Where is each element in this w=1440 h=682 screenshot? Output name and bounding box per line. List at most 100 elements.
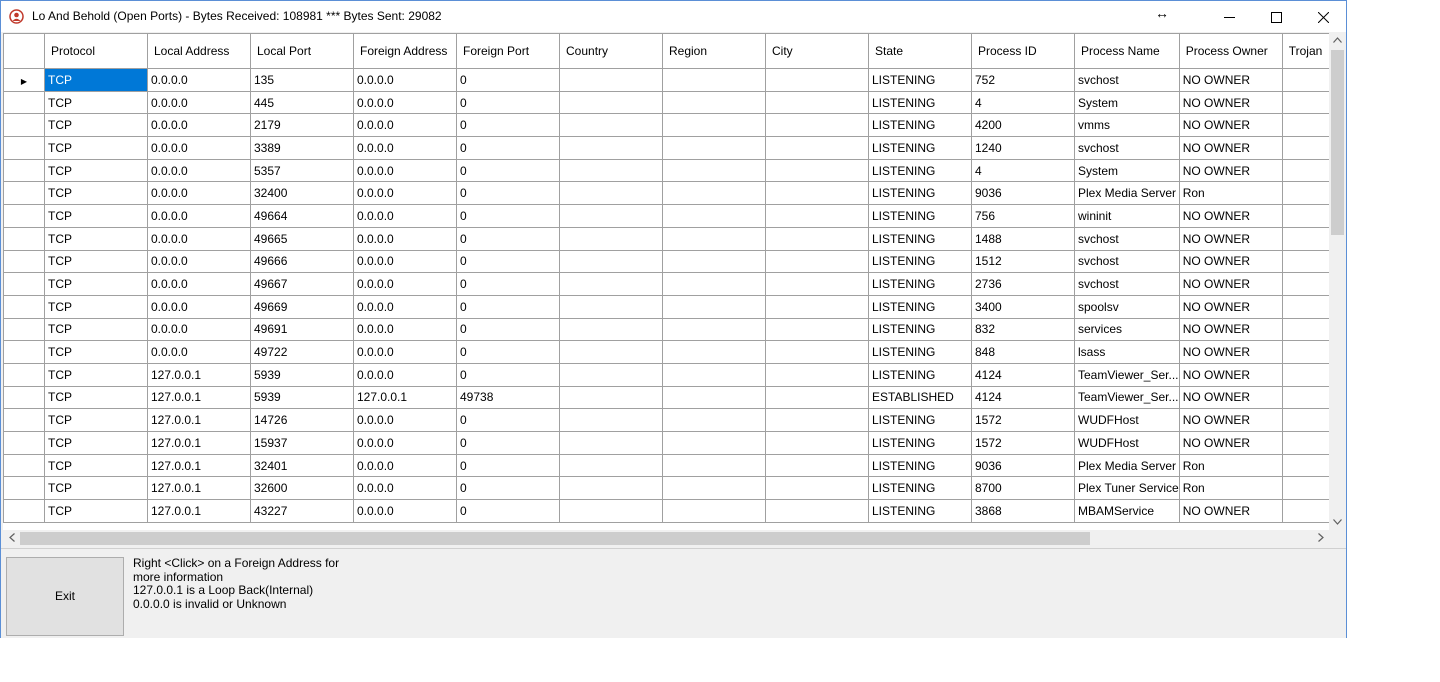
cell-foreign-port[interactable]: 0 [456, 272, 560, 296]
scroll-down-button[interactable] [1329, 515, 1346, 530]
cell-local-port[interactable]: 5939 [250, 362, 354, 387]
cell-city[interactable] [765, 385, 869, 410]
cell-process-id[interactable]: 9036 [971, 453, 1075, 478]
cell-city[interactable] [765, 68, 869, 92]
cell-process-owner[interactable]: NO OWNER [1178, 113, 1283, 138]
cell-country[interactable] [559, 90, 663, 115]
vertical-scroll-thumb[interactable] [1331, 50, 1344, 235]
cell-process-name[interactable]: svchost [1074, 249, 1180, 274]
table-row[interactable]: TCP 127.0.0.1 32600 0.0.0.0 0 LISTENING 8700 Pl… [3, 476, 1343, 501]
cell-local-port[interactable]: 49691 [250, 317, 354, 342]
table-row[interactable]: TCP 127.0.0.1 5939 127.0.0.1 49738 ESTABLISHE… [3, 385, 1343, 410]
cell-process-name[interactable]: svchost [1074, 272, 1180, 296]
cell-state[interactable]: LISTENING [868, 340, 972, 364]
cell-region[interactable] [662, 113, 766, 138]
horizontal-scrollbar[interactable] [3, 530, 1346, 547]
cell-city[interactable] [765, 499, 869, 523]
cell-process-id[interactable]: 4124 [971, 362, 1075, 387]
cell-country[interactable] [559, 408, 663, 432]
cell-local-address[interactable]: 0.0.0.0 [147, 68, 251, 92]
cell-protocol[interactable]: TCP [44, 272, 148, 296]
cell-process-id[interactable]: 4 [971, 158, 1075, 183]
cell-protocol[interactable]: TCP [44, 340, 148, 364]
cell-local-address[interactable]: 0.0.0.0 [147, 294, 251, 319]
cell-local-address[interactable]: 0.0.0.0 [147, 113, 251, 138]
table-row[interactable]: TCP 0.0.0.0 49667 0.0.0.0 0 LISTENING 2736 svch… [3, 272, 1343, 296]
cell-foreign-address[interactable]: 0.0.0.0 [353, 499, 457, 523]
cell-process-owner[interactable]: Ron [1178, 181, 1283, 206]
column-header-foreign-address[interactable]: Foreign Address [353, 33, 457, 69]
cell-local-port[interactable]: 49722 [250, 340, 354, 364]
cell-region[interactable] [662, 249, 766, 274]
column-header-region[interactable]: Region [662, 33, 766, 69]
cell-protocol[interactable]: TCP [44, 362, 148, 387]
cell-process-name[interactable]: System [1074, 90, 1180, 115]
cell-foreign-address[interactable]: 0.0.0.0 [353, 158, 457, 183]
cell-protocol[interactable]: TCP [44, 294, 148, 319]
table-row[interactable]: TCP 0.0.0.0 5357 0.0.0.0 0 LISTENING 4 System NO… [3, 158, 1343, 183]
cell-process-owner[interactable]: NO OWNER [1178, 90, 1283, 115]
cell-region[interactable] [662, 317, 766, 342]
cell-region[interactable] [662, 204, 766, 228]
row-header[interactable] [3, 204, 45, 228]
row-header[interactable] [3, 499, 45, 523]
cell-protocol[interactable]: TCP [44, 385, 148, 410]
cell-country[interactable] [559, 431, 663, 455]
cell-region[interactable] [662, 408, 766, 432]
table-row[interactable]: TCP 127.0.0.1 43227 0.0.0.0 0 LISTENING 3868 MB… [3, 499, 1343, 523]
table-row[interactable]: TCP 0.0.0.0 49669 0.0.0.0 0 LISTENING 3400 spoo… [3, 294, 1343, 319]
cell-state[interactable]: LISTENING [868, 181, 972, 206]
cell-region[interactable] [662, 453, 766, 478]
cell-city[interactable] [765, 272, 869, 296]
cell-foreign-port[interactable]: 0 [456, 158, 560, 183]
cell-country[interactable] [559, 453, 663, 478]
cell-process-id[interactable]: 4124 [971, 385, 1075, 410]
row-header[interactable] [3, 181, 45, 206]
cell-country[interactable] [559, 385, 663, 410]
cell-local-port[interactable]: 43227 [250, 499, 354, 523]
row-header[interactable] [3, 294, 45, 319]
table-row[interactable]: TCP 0.0.0.0 49666 0.0.0.0 0 LISTENING 1512 svch… [3, 249, 1343, 274]
cell-process-owner[interactable]: Ron [1178, 476, 1283, 501]
cell-country[interactable] [559, 362, 663, 387]
cell-country[interactable] [559, 499, 663, 523]
row-header[interactable] [3, 226, 45, 251]
cell-country[interactable] [559, 226, 663, 251]
cell-process-owner[interactable]: NO OWNER [1178, 340, 1283, 364]
cell-protocol[interactable]: TCP [44, 408, 148, 432]
cell-protocol[interactable]: TCP [44, 249, 148, 274]
row-header[interactable] [3, 113, 45, 138]
cell-protocol[interactable]: TCP [44, 453, 148, 478]
cell-protocol[interactable]: TCP [44, 317, 148, 342]
cell-local-address[interactable]: 0.0.0.0 [147, 181, 251, 206]
cell-country[interactable] [559, 68, 663, 92]
cell-process-name[interactable]: vmms [1074, 113, 1180, 138]
cell-local-address[interactable]: 0.0.0.0 [147, 272, 251, 296]
cell-process-owner[interactable]: NO OWNER [1178, 204, 1283, 228]
row-header[interactable] [3, 272, 45, 296]
cell-country[interactable] [559, 272, 663, 296]
table-row[interactable]: TCP 0.0.0.0 445 0.0.0.0 0 LISTENING 4 System NO … [3, 90, 1343, 115]
cell-local-port[interactable]: 32401 [250, 453, 354, 478]
row-header[interactable] [3, 249, 45, 274]
cell-region[interactable] [662, 181, 766, 206]
close-button[interactable] [1300, 1, 1346, 32]
cell-process-owner[interactable]: NO OWNER [1178, 499, 1283, 523]
cell-process-id[interactable]: 4 [971, 90, 1075, 115]
cell-process-owner[interactable]: NO OWNER [1178, 136, 1283, 160]
table-row[interactable]: TCP 0.0.0.0 2179 0.0.0.0 0 LISTENING 4200 vmms N… [3, 113, 1343, 138]
cell-process-id[interactable]: 832 [971, 317, 1075, 342]
cell-local-address[interactable]: 127.0.0.1 [147, 362, 251, 387]
cell-foreign-address[interactable]: 0.0.0.0 [353, 362, 457, 387]
row-header[interactable] [3, 385, 45, 410]
cell-foreign-address[interactable]: 0.0.0.0 [353, 431, 457, 455]
cell-foreign-port[interactable]: 0 [456, 249, 560, 274]
cell-region[interactable] [662, 158, 766, 183]
cell-city[interactable] [765, 158, 869, 183]
cell-local-port[interactable]: 49666 [250, 249, 354, 274]
cell-process-name[interactable]: lsass [1074, 340, 1180, 364]
cell-state[interactable]: ESTABLISHED [868, 385, 972, 410]
cell-foreign-address[interactable]: 0.0.0.0 [353, 181, 457, 206]
cell-foreign-port[interactable]: 0 [456, 226, 560, 251]
cell-local-address[interactable]: 127.0.0.1 [147, 408, 251, 432]
